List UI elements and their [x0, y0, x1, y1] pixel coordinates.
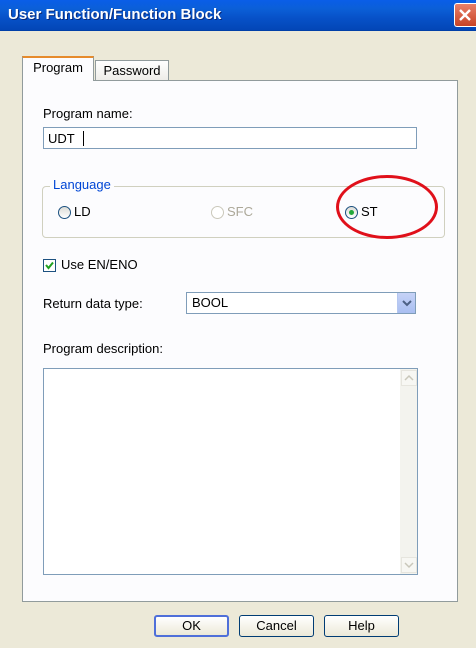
- chevron-down-icon: [404, 562, 414, 569]
- tab-program[interactable]: Program: [22, 56, 94, 81]
- description-textarea[interactable]: [43, 368, 418, 575]
- return-type-dropdown-button[interactable]: [397, 293, 415, 313]
- window-title: User Function/Function Block: [8, 6, 222, 23]
- radio-sfc-label[interactable]: SFC: [227, 204, 253, 219]
- scroll-up-button[interactable]: [401, 370, 417, 386]
- program-name-label: Program name:: [43, 106, 133, 121]
- ok-button[interactable]: OK: [154, 615, 229, 637]
- program-name-input[interactable]: UDT: [43, 127, 417, 149]
- scroll-down-button[interactable]: [401, 557, 417, 573]
- tab-password-label: Password: [103, 63, 161, 78]
- use-en-eno-label[interactable]: Use EN/ENO: [61, 257, 138, 272]
- tab-program-label: Program: [33, 60, 83, 75]
- close-icon: [459, 9, 471, 21]
- help-button-label: Help: [348, 618, 375, 633]
- radio-ld[interactable]: [58, 206, 71, 219]
- text-cursor: [83, 131, 84, 146]
- dialog-window: User Function/Function Block Password Pr…: [0, 0, 476, 648]
- program-name-value: UDT: [48, 131, 75, 146]
- title-bar[interactable]: User Function/Function Block: [0, 0, 476, 31]
- highlight-circle-annotation: [336, 175, 438, 239]
- language-legend: Language: [50, 177, 114, 192]
- radio-sfc[interactable]: [211, 206, 224, 219]
- description-label: Program description:: [43, 341, 163, 356]
- return-type-label: Return data type:: [43, 296, 143, 311]
- tab-password[interactable]: Password: [95, 60, 169, 82]
- radio-ld-label[interactable]: LD: [74, 204, 91, 219]
- cancel-button[interactable]: Cancel: [239, 615, 314, 637]
- return-type-select[interactable]: BOOL: [186, 292, 416, 314]
- help-button[interactable]: Help: [324, 615, 399, 637]
- ok-button-label: OK: [182, 618, 201, 633]
- use-en-eno-checkbox[interactable]: [43, 259, 56, 272]
- close-button[interactable]: [454, 3, 476, 27]
- chevron-down-icon: [402, 300, 412, 307]
- check-icon: [45, 261, 54, 270]
- description-scrollbar[interactable]: [400, 369, 417, 574]
- cancel-button-label: Cancel: [256, 618, 297, 633]
- return-type-value: BOOL: [192, 295, 229, 310]
- chevron-up-icon: [404, 374, 414, 381]
